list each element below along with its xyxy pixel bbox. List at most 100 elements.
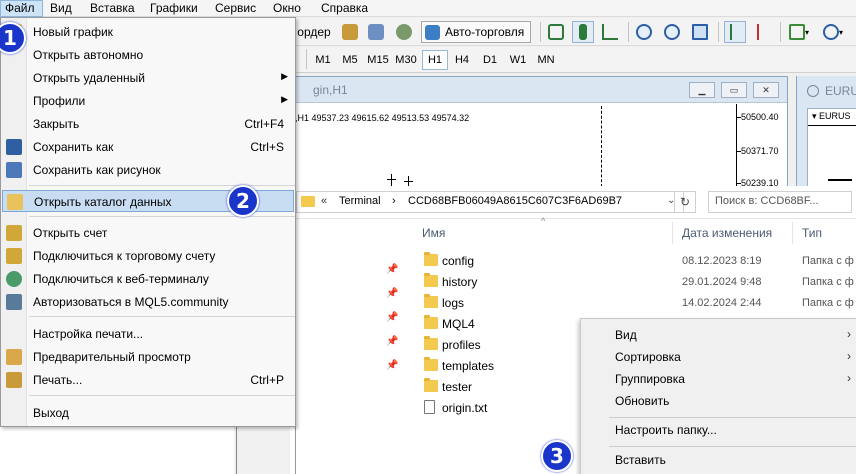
bar-chart-button[interactable] <box>546 21 566 43</box>
submenu-arrow-icon: ▶ <box>281 94 288 104</box>
accounts-button[interactable] <box>366 21 386 43</box>
menu-login-web-terminal[interactable]: Подключиться к веб-терминалу <box>2 268 294 290</box>
submenu-arrow-icon: ▶ <box>281 71 288 81</box>
tf-m30-button[interactable]: M30 <box>393 50 419 70</box>
chart-shift-icon <box>757 24 767 40</box>
tf-mn-button[interactable]: MN <box>533 50 559 70</box>
pin-icon[interactable]: 📌 <box>386 336 398 348</box>
zoom-out-button[interactable] <box>662 21 682 43</box>
zoom-in-button[interactable] <box>634 21 654 43</box>
address-bar[interactable]: « Terminal › CCD68BFB06049A8615C607C3F6A… <box>296 191 684 213</box>
column-type[interactable]: Тип <box>802 226 822 240</box>
tf-d1-button[interactable]: D1 <box>477 50 503 70</box>
menu-print[interactable]: Печать... Ctrl+P <box>2 369 294 391</box>
pin-icon[interactable]: 📌 <box>386 312 398 324</box>
menu-item-label: Открыть автономно <box>33 48 144 62</box>
menu-print-preview[interactable]: Предварительный просмотр <box>2 346 294 368</box>
file-type: Папка с ф <box>802 255 854 267</box>
secondary-chart-window[interactable]: EURU ▾ EURUS <box>796 76 856 192</box>
refresh-button[interactable]: ↻ <box>674 191 696 213</box>
ctx-group[interactable]: Группировка <box>615 372 685 386</box>
candle-chart-button[interactable] <box>572 21 594 43</box>
menu-save-as[interactable]: Сохранить как Ctrl+S <box>2 136 294 158</box>
menu-insert[interactable]: Вставка <box>90 1 135 15</box>
pin-icon[interactable]: 📌 <box>386 360 398 372</box>
folder-context-menu: Вид › Сортировка › Группировка › Обновит… <box>580 318 856 474</box>
ctx-sort[interactable]: Сортировка <box>615 350 681 364</box>
file-row-logs[interactable]: logs 14.02.2024 2:44 Папка с ф <box>410 293 856 314</box>
tf-m15-button[interactable]: M15 <box>365 50 391 70</box>
ctx-refresh[interactable]: Обновить <box>615 394 669 408</box>
file-row-history[interactable]: history 29.01.2024 9:48 Папка с ф <box>410 272 856 293</box>
menu-exit[interactable]: Выход <box>2 402 294 424</box>
chart-window[interactable]: gin,H1 ▁ ▭ ✕ ,H1 49537.23 49615.62 49513… <box>290 76 788 192</box>
menu-open-offline[interactable]: Открыть автономно <box>2 44 294 66</box>
menu-separator <box>609 446 856 447</box>
menu-print-setup[interactable]: Настройка печати... <box>2 323 294 345</box>
chart-shift-button[interactable] <box>752 21 772 43</box>
market-watch-button[interactable] <box>340 21 360 43</box>
tile-windows-button[interactable] <box>690 21 710 43</box>
user-icon <box>368 24 384 40</box>
periods-button[interactable]: ▾ <box>820 21 846 43</box>
file-row-config[interactable]: config 08.12.2023 8:19 Папка с ф <box>410 251 856 272</box>
toolbar-separator <box>628 22 629 42</box>
column-separator[interactable] <box>792 222 793 244</box>
minimize-button[interactable]: ▁ <box>689 82 715 98</box>
folder-icon <box>424 273 438 287</box>
menu-separator <box>609 417 856 418</box>
menu-open-account[interactable]: Открыть счет <box>2 222 294 244</box>
menu-file[interactable]: Файл <box>0 0 43 17</box>
ctx-customize-folder[interactable]: Настроить папку... <box>615 423 717 437</box>
pane-divider <box>236 427 237 474</box>
column-separator[interactable] <box>672 222 673 244</box>
column-name[interactable]: Имя <box>422 226 445 240</box>
menu-close[interactable]: Закрыть Ctrl+F4 <box>2 113 294 135</box>
tf-h1-button[interactable]: H1 <box>422 50 448 70</box>
ctx-paste[interactable]: Вставить <box>615 453 666 467</box>
tf-m1-button[interactable]: M1 <box>310 50 336 70</box>
indicators-button[interactable]: ▾ <box>786 21 812 43</box>
menu-login-trade-account[interactable]: Подключиться к торговому счету <box>2 245 294 267</box>
autoscroll-button[interactable] <box>724 21 746 43</box>
chart-title: gin,H1 <box>313 83 348 97</box>
overflow-chevron-icon[interactable]: « <box>321 195 327 207</box>
menu-window[interactable]: Окно <box>273 1 301 15</box>
chart-border-line <box>808 125 856 126</box>
menu-item-label: Сохранить как рисунок <box>33 163 161 177</box>
restore-button[interactable]: ▭ <box>721 82 747 98</box>
menu-profiles[interactable]: Профили ▶ <box>2 90 294 112</box>
search-input[interactable]: Поиск в: CCD68BF... <box>708 191 852 213</box>
pin-icon[interactable]: 📌 <box>386 288 398 300</box>
menu-separator <box>29 216 295 217</box>
tf-w1-button[interactable]: W1 <box>505 50 531 70</box>
breadcrumb-separator-icon[interactable]: › <box>392 195 396 207</box>
menu-login-mql5[interactable]: Авторизоваться в MQL5.community <box>2 291 294 313</box>
menu-new-chart[interactable]: Новый график <box>2 21 294 43</box>
ctx-view[interactable]: Вид <box>615 328 637 342</box>
new-order-button[interactable]: ордер <box>294 21 334 43</box>
menu-item-label: Печать... <box>33 373 83 387</box>
breadcrumb-terminal[interactable]: Terminal <box>339 195 381 207</box>
menu-view[interactable]: Вид <box>50 1 72 15</box>
menu-item-label: Подключиться к торговому счету <box>33 249 216 263</box>
zoom-out-icon <box>664 24 680 40</box>
secondary-chart-symbol: ▾ EURUS <box>812 111 851 121</box>
column-date[interactable]: Дата изменения <box>682 226 772 240</box>
line-chart-button[interactable] <box>600 21 620 43</box>
tf-h4-button[interactable]: H4 <box>449 50 475 70</box>
menu-tools[interactable]: Сервис <box>215 1 256 15</box>
close-button[interactable]: ✕ <box>753 82 779 98</box>
algo-trading-button[interactable]: Авто-торговля <box>421 21 531 43</box>
step-badge-2: 2 <box>227 185 259 217</box>
menu-help[interactable]: Справка <box>321 1 368 15</box>
menu-open-remote[interactable]: Открыть удаленный ▶ <box>2 67 294 89</box>
menu-charts[interactable]: Графики <box>150 1 198 15</box>
tf-m5-button[interactable]: M5 <box>337 50 363 70</box>
save-picture-icon <box>6 162 22 178</box>
line-chart-icon <box>602 24 618 40</box>
pin-icon[interactable]: 📌 <box>386 264 398 276</box>
signals-button[interactable] <box>394 21 414 43</box>
breadcrumb-folder[interactable]: CCD68BFB06049A8615C607C3F6AD69B7 <box>408 195 622 207</box>
menu-save-as-picture[interactable]: Сохранить как рисунок <box>2 159 294 181</box>
